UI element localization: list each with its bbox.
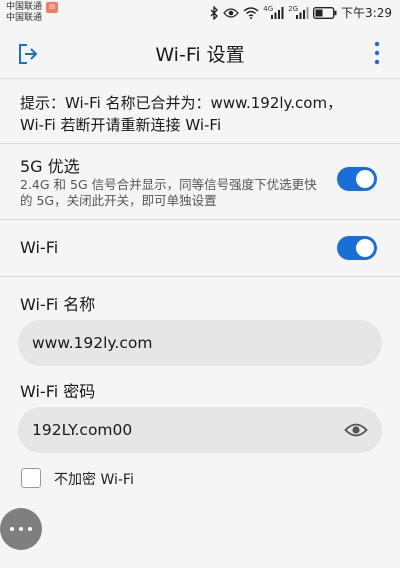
notice-line-1: 提示：Wi-Fi 名称已合并为：www.192ly.com， (20, 94, 343, 112)
password-field[interactable] (18, 407, 382, 453)
no-encryption-checkbox[interactable] (21, 468, 41, 488)
divider (0, 276, 400, 277)
merge-notice: 提示：Wi-Fi 名称已合并为：www.192ly.com， Wi-Fi 若断开… (20, 92, 390, 136)
ssid-input[interactable] (18, 320, 308, 366)
notification-icon: ✉ (46, 2, 59, 13)
dot (28, 527, 32, 531)
no-encryption-label: 不加密 Wi-Fi (54, 472, 134, 488)
signal-icon: 4G (263, 4, 284, 19)
toggle-knob (356, 170, 374, 188)
carrier-name-2: 中国联通 (6, 13, 43, 23)
dot (10, 527, 14, 531)
show-password-button[interactable] (344, 420, 368, 440)
status-icons: 4G 2G 下午3:29 (210, 4, 392, 21)
eye-comfort-icon (223, 7, 240, 19)
signal-type-label: 4G (263, 4, 274, 13)
floating-more-button[interactable] (0, 508, 42, 550)
battery-icon (313, 6, 337, 19)
clock: 下午3:29 (341, 6, 392, 20)
carrier-name-1: 中国联通 (6, 2, 43, 12)
bluetooth-icon (210, 5, 219, 20)
dot (19, 527, 23, 531)
wifi-icon (243, 6, 259, 19)
more-menu-button[interactable] (372, 40, 382, 66)
wifi-toggle[interactable] (337, 236, 377, 260)
notice-line-2: Wi-Fi 若断开请重新连接 Wi-Fi (20, 116, 222, 134)
signal-type-label: 2G (288, 4, 299, 13)
wifi-toggle-label: Wi-Fi (20, 238, 59, 257)
band-steering-description: 2.4G 和 5G 信号合并显示，同等信号强度下优选更快的 5G，关闭此开关，即… (20, 177, 317, 208)
toggle-knob (356, 239, 374, 257)
divider (0, 143, 400, 144)
wifi-toggle-row: Wi-Fi (0, 220, 400, 276)
signal-icon: 2G (288, 4, 309, 19)
divider (0, 78, 400, 79)
band-steering-row: 5G 优选 2.4G 和 5G 信号合并显示，同等信号强度下优选更快的 5G，关… (0, 145, 400, 219)
carrier-info: 中国联通 ✉ 中国联通 (6, 2, 59, 24)
band-steering-toggle[interactable] (337, 167, 377, 191)
password-input[interactable] (18, 407, 308, 453)
title-bar: Wi-Fi 设置 (0, 28, 400, 78)
more-vertical-icon (374, 41, 380, 65)
page-title: Wi-Fi 设置 (155, 44, 245, 66)
password-label: Wi-Fi 密码 (20, 382, 96, 401)
band-steering-title: 5G 优选 (20, 157, 80, 176)
eye-icon (344, 423, 368, 437)
status-bar: 中国联通 ✉ 中国联通 4G 2G 下午3:29 (0, 0, 400, 28)
ssid-label: Wi-Fi 名称 (20, 295, 96, 314)
ssid-field[interactable] (18, 320, 382, 366)
